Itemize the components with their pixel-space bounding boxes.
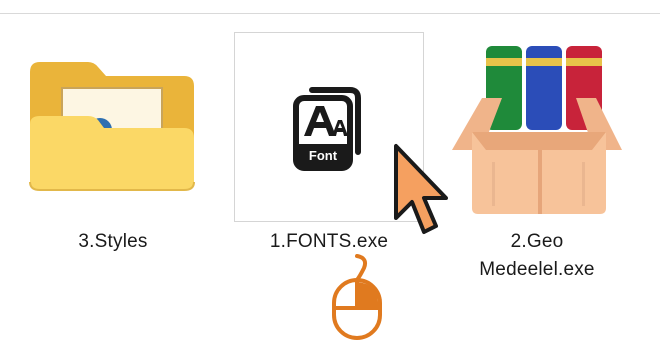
arrow-cursor-icon — [388, 140, 458, 240]
font-icon-label: Font — [309, 148, 338, 163]
file-label: 2.Geo Medeelel.exe — [479, 231, 595, 280]
file-label: 3.Styles — [78, 231, 148, 252]
file-item-geo-medeelel-exe[interactable]: 2.Geo Medeelel.exe — [442, 32, 632, 292]
file-item-styles[interactable]: 3.Styles — [18, 32, 208, 292]
mouse-click-icon — [330, 254, 384, 341]
installer-box-icon — [442, 32, 632, 222]
header-divider — [0, 13, 660, 14]
file-explorer-view: 3.Styles Font 1.FONTS.exe 2.Geo Medeelel… — [0, 0, 660, 341]
folder-icon — [18, 32, 208, 222]
